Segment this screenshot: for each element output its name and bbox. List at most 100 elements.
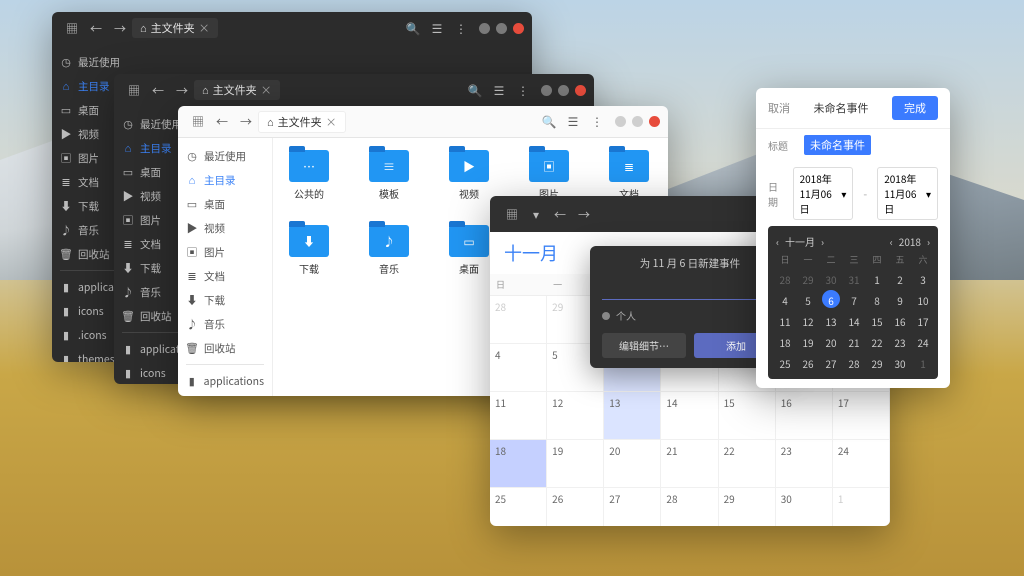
mini-calendar-cell[interactable]: 16 xyxy=(891,311,909,329)
cal-today-icon[interactable]: ▾ xyxy=(525,203,547,225)
search-icon[interactable]: 🔍 xyxy=(402,17,424,39)
mini-calendar-cell[interactable]: 6 xyxy=(822,290,840,308)
mini-calendar-cell[interactable]: 30 xyxy=(891,353,909,371)
calendar-cell[interactable]: 16 xyxy=(776,392,833,440)
mini-calendar-cell[interactable]: 28 xyxy=(845,353,863,371)
nav-fwd-icon[interactable]: → xyxy=(109,17,131,39)
path-tab[interactable]: ⌂ 主文件夹 × xyxy=(258,111,346,133)
calendar-cell[interactable]: 26 xyxy=(547,488,604,526)
mini-calendar-cell[interactable]: 13 xyxy=(822,311,840,329)
mini-prev-month-icon[interactable]: ‹ xyxy=(776,234,779,249)
mini-next-month-icon[interactable]: › xyxy=(821,234,824,249)
calendar-cell[interactable]: 28 xyxy=(661,488,718,526)
calendar-cell[interactable]: 18 xyxy=(490,440,547,488)
mini-calendar-cell[interactable]: 19 xyxy=(799,332,817,350)
sidebar-item-recent[interactable]: ◷最近使用 xyxy=(52,50,147,74)
view-toggle-icon[interactable]: ☰ xyxy=(426,17,448,39)
edit-details-button[interactable]: 编辑细节… xyxy=(602,333,686,358)
sidebar-item-trash[interactable]: 🗑回收站 xyxy=(178,336,272,360)
mini-calendar-cell[interactable]: 23 xyxy=(891,332,909,350)
sidebar-item-desktop[interactable]: ▭桌面 xyxy=(178,192,272,216)
calendar-cell[interactable]: 17 xyxy=(833,392,890,440)
calendar-cell[interactable]: 12 xyxy=(547,392,604,440)
mini-calendar-cell[interactable]: 15 xyxy=(868,311,886,329)
mini-calendar-cell[interactable]: 22 xyxy=(868,332,886,350)
view-toggle-icon[interactable]: ☰ xyxy=(562,111,584,133)
folder-item[interactable]: ⬇下载 xyxy=(285,225,333,276)
calendar-cell[interactable]: 23 xyxy=(776,440,833,488)
mini-calendar-cell[interactable]: 25 xyxy=(776,353,794,371)
mini-calendar-cell[interactable]: 2 xyxy=(891,269,909,287)
sidebar-item-downloads[interactable]: ⬇下载 xyxy=(178,288,272,312)
calendar-cell[interactable]: 13 xyxy=(604,392,661,440)
mini-calendar-cell[interactable]: 30 xyxy=(822,269,840,287)
calendar-cell[interactable]: 21 xyxy=(661,440,718,488)
folder-item[interactable]: ▶视频 xyxy=(445,150,493,201)
mini-calendar-cell[interactable]: 1 xyxy=(914,353,932,371)
sidebar-item-recent[interactable]: ◷最近使用 xyxy=(178,144,272,168)
mini-calendar-cell[interactable]: 21 xyxy=(845,332,863,350)
nav-fwd-icon[interactable]: → xyxy=(235,111,257,133)
mini-calendar-cell[interactable]: 12 xyxy=(799,311,817,329)
folder-item[interactable]: ≡模板 xyxy=(365,150,413,201)
menu-icon[interactable]: ⋮ xyxy=(450,17,472,39)
path-tab[interactable]: ⌂ 主文件夹 × xyxy=(132,18,218,38)
window-maximize[interactable] xyxy=(558,85,569,96)
calendar-cell[interactable]: 11 xyxy=(490,392,547,440)
mini-calendar-cell[interactable]: 7 xyxy=(845,290,863,308)
calendar-cell[interactable]: 20 xyxy=(604,440,661,488)
close-tab-icon[interactable]: × xyxy=(199,20,210,36)
cancel-button[interactable]: 取消 xyxy=(768,100,790,116)
view-grid-icon[interactable]: ▦ xyxy=(123,79,145,101)
window-maximize[interactable] xyxy=(496,23,507,34)
window-close[interactable] xyxy=(649,116,660,127)
window-close[interactable] xyxy=(513,23,524,34)
date-end[interactable]: 2018年11月06日▾ xyxy=(877,167,938,220)
window-maximize[interactable] xyxy=(632,116,643,127)
date-start[interactable]: 2018年11月06日▾ xyxy=(793,167,854,220)
calendar-cell[interactable]: 14 xyxy=(661,392,718,440)
folder-item[interactable]: ♪音乐 xyxy=(365,225,413,276)
nav-back-icon[interactable]: ← xyxy=(147,79,169,101)
cal-prev-icon[interactable]: ← xyxy=(549,203,571,225)
sidebar-item-videos[interactable]: ▶视频 xyxy=(178,216,272,240)
nav-back-icon[interactable]: ← xyxy=(85,17,107,39)
sidebar-item-documents[interactable]: ≣文档 xyxy=(178,264,272,288)
folder-item[interactable]: ▣图片 xyxy=(525,150,573,201)
calendar-cell[interactable]: 27 xyxy=(604,488,661,526)
calendar-cell[interactable]: 30 xyxy=(776,488,833,526)
calendar-cell[interactable]: 22 xyxy=(719,440,776,488)
mini-calendar-cell[interactable]: 27 xyxy=(822,353,840,371)
calendar-cell[interactable]: 25 xyxy=(490,488,547,526)
calendar-cell[interactable]: 28 xyxy=(490,296,547,344)
done-button[interactable]: 完成 xyxy=(892,96,938,120)
mini-calendar-cell[interactable]: 20 xyxy=(822,332,840,350)
nav-back-icon[interactable]: ← xyxy=(211,111,233,133)
window-minimize[interactable] xyxy=(541,85,552,96)
calendar-cell[interactable]: 19 xyxy=(547,440,604,488)
window-minimize[interactable] xyxy=(615,116,626,127)
mini-calendar-cell[interactable]: 9 xyxy=(891,290,909,308)
close-tab-icon[interactable]: × xyxy=(261,82,272,98)
mini-calendar-cell[interactable]: 5 xyxy=(799,290,817,308)
search-icon[interactable]: 🔍 xyxy=(538,111,560,133)
calendar-selector[interactable]: 个人 → xyxy=(602,308,778,323)
menu-icon[interactable]: ⋮ xyxy=(512,79,534,101)
mini-calendar-cell[interactable]: 31 xyxy=(845,269,863,287)
calendar-cell[interactable]: 4 xyxy=(490,344,547,392)
mini-calendar-cell[interactable]: 18 xyxy=(776,332,794,350)
window-minimize[interactable] xyxy=(479,23,490,34)
mini-calendar-cell[interactable]: 17 xyxy=(914,311,932,329)
mini-next-year-icon[interactable]: › xyxy=(927,234,930,249)
calendar-cell[interactable]: 15 xyxy=(719,392,776,440)
mini-calendar-cell[interactable]: 24 xyxy=(914,332,932,350)
mini-calendar-cell[interactable]: 4 xyxy=(776,290,794,308)
folder-item[interactable]: ▭桌面 xyxy=(445,225,493,276)
mini-prev-year-icon[interactable]: ‹ xyxy=(890,234,893,249)
mini-calendar-cell[interactable]: 28 xyxy=(776,269,794,287)
nav-fwd-icon[interactable]: → xyxy=(171,79,193,101)
cal-next-icon[interactable]: → xyxy=(573,203,595,225)
close-tab-icon[interactable]: × xyxy=(326,114,337,130)
sidebar-item-pictures[interactable]: ▣图片 xyxy=(178,240,272,264)
calendar-cell[interactable]: 29 xyxy=(719,488,776,526)
